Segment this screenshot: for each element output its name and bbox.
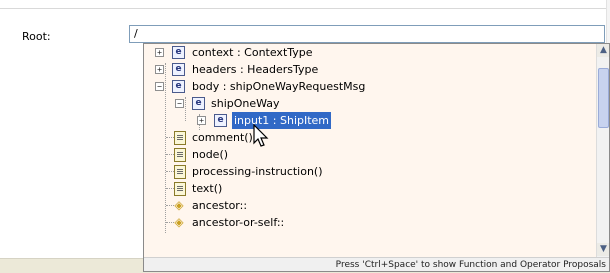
vertical-scrollbar[interactable]: ▲ ▼ — [596, 44, 609, 257]
item-label: ancestor:: — [192, 199, 248, 212]
axis-icon: ◈ — [174, 198, 184, 212]
document-icon — [174, 148, 186, 162]
top-border — [0, 0, 610, 9]
list-item[interactable]: text() — [144, 180, 594, 197]
element-icon: e — [172, 46, 185, 59]
element-icon: e — [172, 63, 185, 76]
proposal-list[interactable]: + e context : ContextType + e headers : … — [144, 44, 596, 257]
expand-icon[interactable]: + — [155, 65, 164, 74]
item-label: ancestor-or-self:: — [192, 216, 285, 229]
item-label: body : shipOneWayRequestMsg — [192, 80, 366, 93]
list-item[interactable]: ◈ ancestor:: — [144, 197, 594, 214]
collapse-icon[interactable]: − — [155, 82, 164, 91]
scrollbar-thumb[interactable] — [598, 68, 609, 128]
document-icon — [174, 182, 186, 196]
content-assist-popup: + e context : ContextType + e headers : … — [143, 43, 610, 272]
tree-line — [166, 137, 174, 138]
item-label: comment() — [192, 131, 253, 144]
element-icon: e — [214, 114, 227, 127]
list-item[interactable]: + e headers : HeadersType — [144, 61, 594, 78]
scroll-down-icon[interactable]: ▼ — [597, 243, 609, 256]
item-label: context : ContextType — [192, 46, 313, 59]
item-label: node() — [192, 148, 229, 161]
item-label: shipOneWay — [211, 97, 280, 110]
list-item[interactable]: node() — [144, 146, 594, 163]
document-icon — [174, 165, 186, 179]
root-label: Root: — [22, 30, 51, 43]
list-item[interactable]: − e body : shipOneWayRequestMsg — [144, 78, 594, 95]
mouse-cursor-icon — [253, 124, 269, 147]
list-item-selected[interactable]: + e input1 : ShipItem — [144, 112, 594, 129]
element-icon: e — [172, 80, 185, 93]
collapse-icon[interactable]: − — [175, 99, 184, 108]
axis-icon: ◈ — [174, 215, 184, 229]
expand-icon[interactable]: + — [155, 48, 164, 57]
document-icon — [174, 131, 186, 145]
item-label: headers : HeadersType — [192, 63, 319, 76]
tree-line — [166, 171, 174, 172]
list-item[interactable]: processing-instruction() — [144, 163, 594, 180]
root-input[interactable]: / — [129, 25, 605, 43]
list-item[interactable]: + e context : ContextType — [144, 44, 594, 61]
list-item[interactable]: ◈ ancestor-or-self:: — [144, 214, 594, 231]
expand-icon[interactable]: + — [197, 116, 206, 125]
scroll-up-icon[interactable]: ▲ — [597, 44, 609, 57]
status-hint: Press 'Ctrl+Space' to show Function and … — [144, 257, 609, 271]
list-item[interactable]: − e shipOneWay — [144, 95, 594, 112]
item-label: text() — [192, 182, 223, 195]
list-item[interactable]: comment() — [144, 129, 594, 146]
item-label: processing-instruction() — [192, 165, 323, 178]
tree-line — [166, 188, 174, 189]
element-icon: e — [192, 97, 205, 110]
tree-line — [166, 154, 174, 155]
item-label: input1 : ShipItem — [232, 112, 332, 129]
